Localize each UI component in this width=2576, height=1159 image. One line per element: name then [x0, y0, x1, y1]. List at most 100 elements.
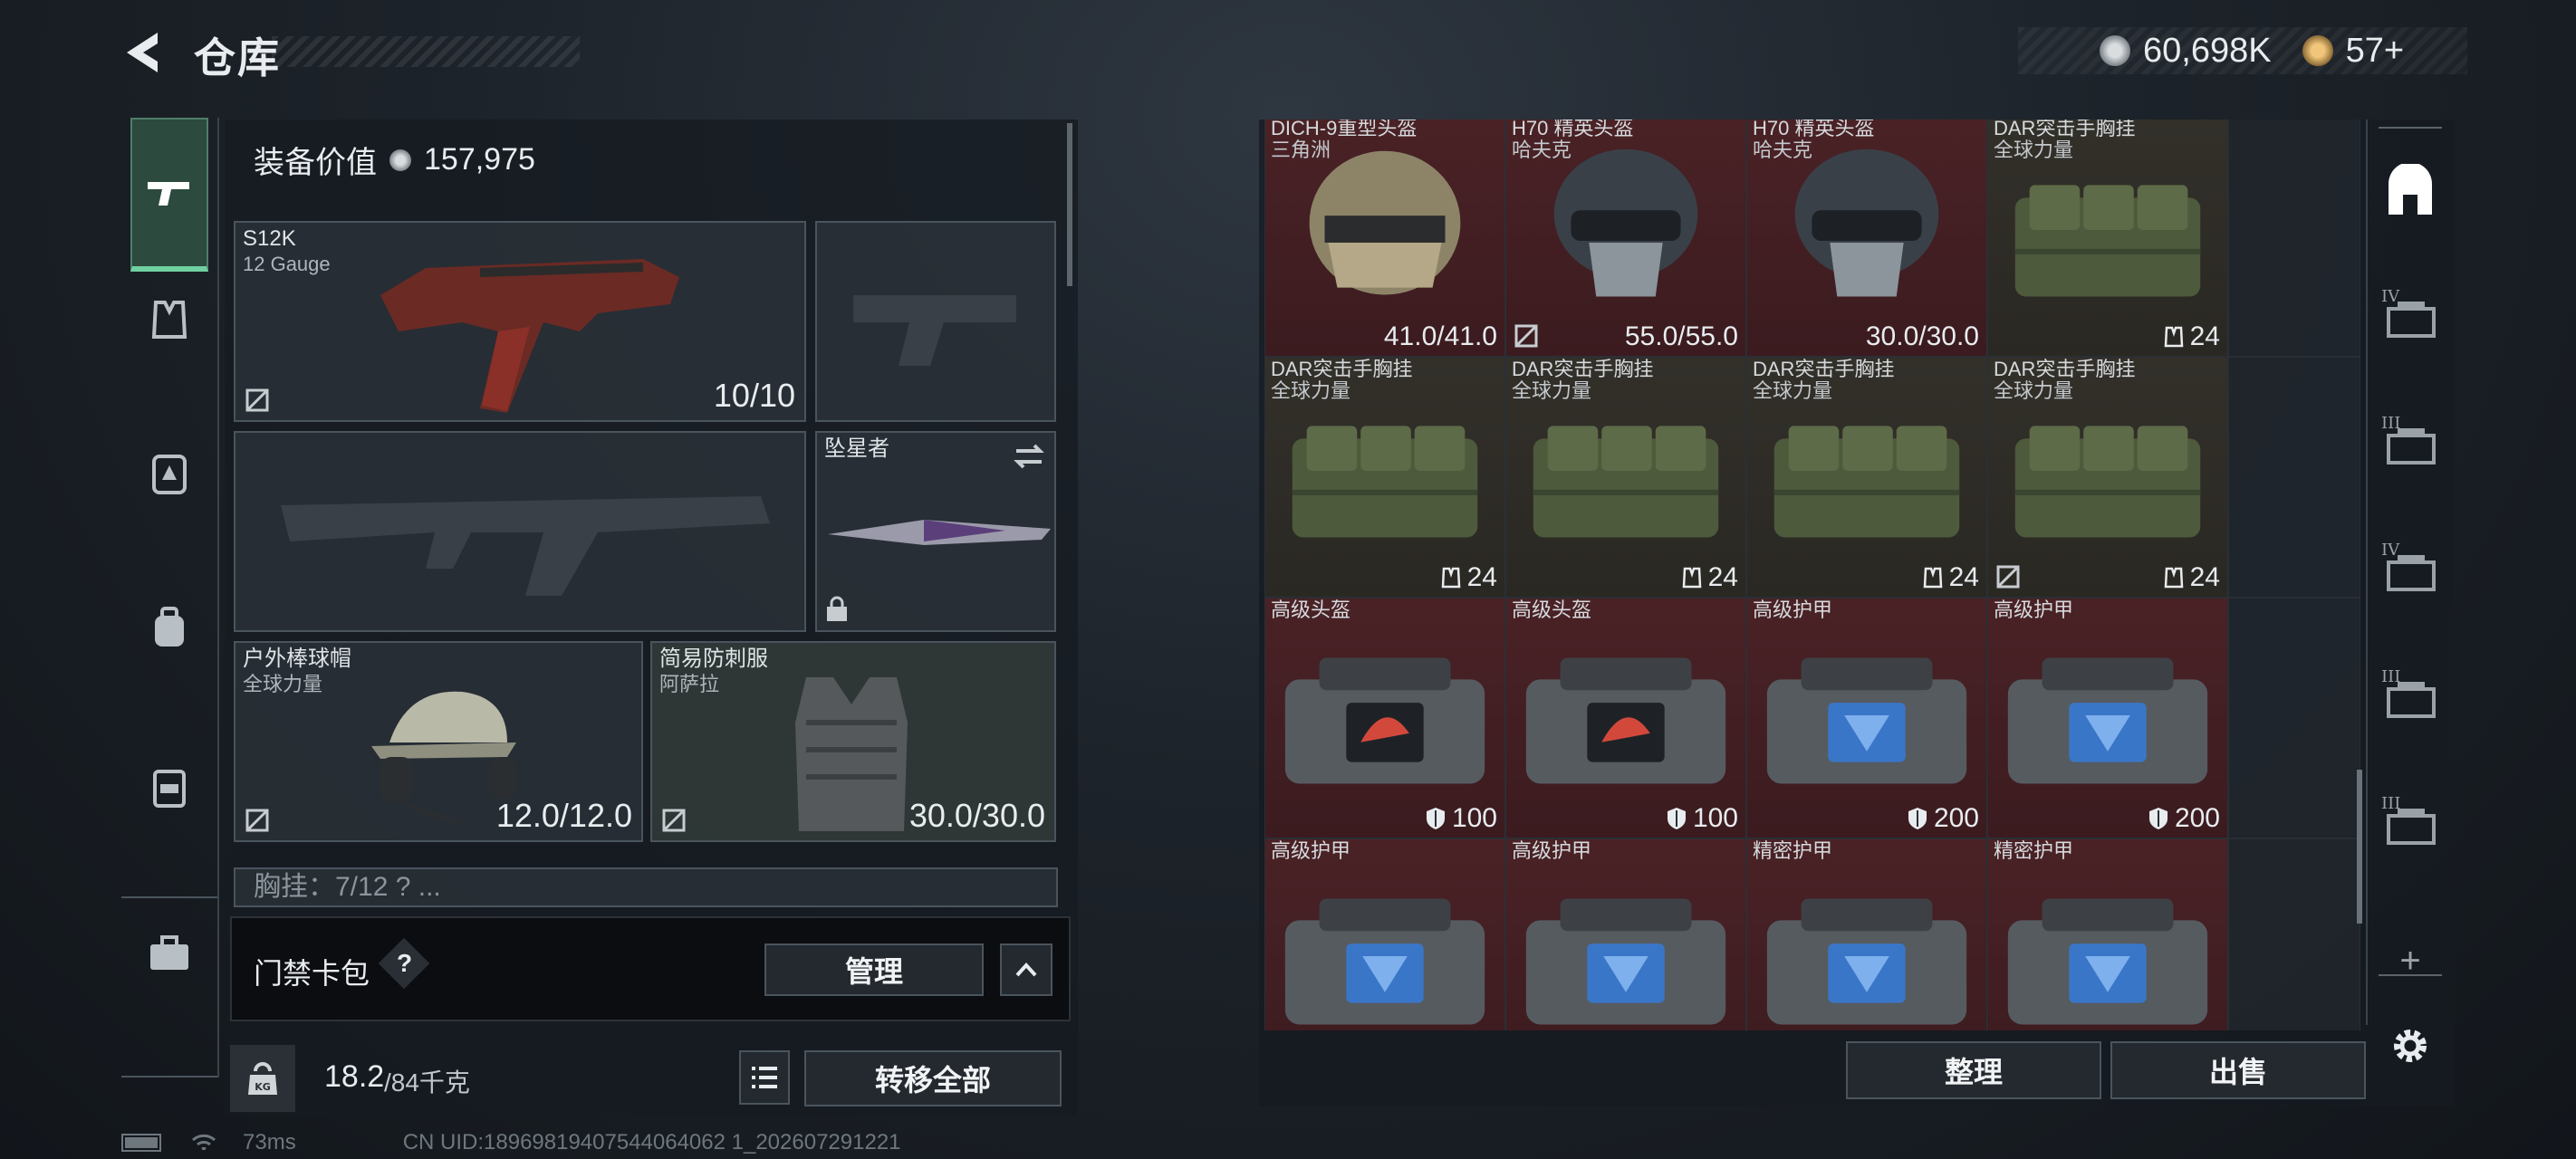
item-name: 高级头盔	[1512, 599, 1592, 621]
pistol-placeholder-icon	[853, 295, 1016, 366]
armor-slot[interactable]: 简易防刺服 阿萨拉 30.0/30.0	[650, 641, 1056, 842]
item-name: DAR突击手胸挂	[1271, 358, 1413, 380]
case-icon	[153, 770, 186, 808]
storage-item[interactable]: 高级护甲	[1264, 838, 1505, 1030]
chest-rig-header[interactable]: 胸挂：7/12 ? ...	[234, 867, 1058, 907]
back-arrow-icon[interactable]	[118, 25, 172, 80]
tab-storage-tier[interactable]: III	[2379, 663, 2442, 726]
tab-storage-tier[interactable]: IV	[2379, 536, 2442, 599]
ticket-amount[interactable]: 57+	[2346, 32, 2404, 71]
ping-text: 73ms	[243, 1130, 296, 1154]
item-stat: 55.0/55.0	[1625, 321, 1738, 352]
item-name: 高级护甲	[1271, 839, 1351, 862]
tab-weapons[interactable]	[130, 118, 208, 272]
tab-chest-rig[interactable]	[130, 281, 208, 359]
sell-button[interactable]: 出售	[2110, 1041, 2366, 1099]
item-stat: 100	[1666, 803, 1738, 834]
item-name: 高级护甲	[1512, 839, 1592, 862]
storage-item[interactable]: DAR突击手胸挂 全球力量 24	[1987, 120, 2228, 357]
empty-slot[interactable]	[2228, 120, 2360, 357]
case-blue-image	[1766, 898, 1967, 1025]
vest-icon	[151, 301, 187, 339]
grid-scrollbar[interactable]	[2357, 770, 2362, 924]
slots-icon	[1682, 567, 1701, 589]
list-view-button[interactable]	[739, 1050, 790, 1105]
storage-item[interactable]: 精密护甲	[1987, 838, 2228, 1030]
shield-icon	[2148, 808, 2167, 829]
storage-item[interactable]: DAR突击手胸挂 全球力量 24	[1505, 357, 1746, 598]
tab-case[interactable]	[130, 748, 208, 826]
storage-item[interactable]: 精密护甲	[1746, 838, 1987, 1030]
secondary-weapon-slot[interactable]	[234, 431, 806, 632]
shield-icon	[1667, 808, 1686, 829]
settings-button[interactable]	[2379, 1014, 2442, 1078]
item-name: DAR突击手胸挂	[1994, 120, 2136, 139]
sort-button[interactable]: 整理	[1846, 1041, 2101, 1099]
item-stat: 30.0/30.0	[1866, 321, 1979, 352]
storage-item[interactable]: DICH-9重型头盔 三角洲 41.0/41.0	[1264, 120, 1505, 357]
case-red-image	[1284, 657, 1485, 784]
help-icon[interactable]: ?	[397, 949, 412, 978]
value-amount: 157,975	[424, 142, 535, 177]
manage-button[interactable]: 管理	[764, 943, 984, 996]
item-stat: 41.0/41.0	[1384, 321, 1497, 352]
rail-divider	[121, 1076, 217, 1078]
weapon-caliber: 12 Gauge	[243, 253, 331, 275]
tab-storage-tier[interactable]: IV	[2379, 283, 2442, 346]
storage-item[interactable]: 高级头盔 100	[1505, 598, 1746, 838]
tab-toolbox[interactable]	[130, 915, 208, 992]
storage-item[interactable]: DAR突击手胸挂 全球力量 24	[1264, 357, 1505, 598]
transfer-all-button[interactable]: 转移全部	[804, 1050, 1062, 1106]
empty-slot[interactable]	[2228, 598, 2360, 838]
helmet-name: 户外棒球帽	[243, 647, 351, 671]
coin-icon	[2100, 35, 2130, 66]
empty-slot[interactable]	[2228, 838, 2360, 1030]
storage-item[interactable]: 高级护甲	[1505, 838, 1746, 1030]
empty-slot[interactable]	[2228, 357, 2360, 598]
melee-slot[interactable]: 坠星者	[815, 431, 1056, 632]
container-icon: IV	[2381, 541, 2439, 595]
storage-item[interactable]: 高级头盔 100	[1264, 598, 1505, 838]
chevron-up-icon	[1015, 963, 1037, 977]
tab-all-storage[interactable]	[2379, 159, 2442, 223]
storage-item[interactable]: 高级护甲 200	[1987, 598, 2228, 838]
item-name: H70 精英头盔	[1512, 120, 1634, 139]
toolbox-icon	[150, 935, 188, 970]
tab-armor[interactable]	[130, 435, 208, 512]
loadout-scrollbar[interactable]	[1067, 123, 1072, 286]
item-name: DAR突击手胸挂	[1512, 358, 1654, 380]
weight-badge: KG	[230, 1045, 295, 1112]
tab-storage-tier[interactable]: III	[2379, 790, 2442, 853]
storage-item[interactable]: DAR突击手胸挂 全球力量 24	[1987, 357, 2228, 598]
helmet-faction: 全球力量	[243, 673, 323, 695]
item-stat-value: 55.0/55.0	[1624, 321, 1738, 351]
item-stat: 24	[1440, 562, 1497, 593]
storage-item[interactable]: 高级护甲 200	[1746, 598, 1987, 838]
tier-case-icon	[2387, 809, 2436, 845]
value-label: 装备价值	[254, 146, 377, 180]
storage-item[interactable]: H70 精英头盔 哈夫克 55.0/55.0	[1505, 120, 1746, 357]
shield-icon	[1908, 808, 1927, 829]
storage-item[interactable]: DAR突击手胸挂 全球力量 24	[1746, 357, 1987, 598]
helmet-slot[interactable]: 户外棒球帽 全球力量 12.0/12.0	[234, 641, 643, 842]
primary-weapon-slot[interactable]: S12K 12 Gauge 10/10	[234, 221, 806, 422]
add-storage-button[interactable]: +	[2379, 929, 2442, 992]
container-icon: IV	[2381, 287, 2439, 341]
pistol-slot[interactable]	[815, 221, 1056, 422]
tab-storage-tier[interactable]: III	[2379, 409, 2442, 473]
no-insure-icon	[662, 809, 686, 832]
collapse-button[interactable]	[1000, 943, 1053, 996]
item-stat-value: 24	[2189, 321, 2220, 351]
rifle-placeholder-icon	[281, 496, 770, 596]
weight-row: KG 18.2 /84千克 转移全部	[230, 1041, 1071, 1114]
tab-backpack[interactable]	[130, 589, 208, 666]
item-stat-value: 100	[1451, 803, 1497, 833]
slots-icon	[1923, 567, 1942, 589]
weapon-name: S12K	[243, 226, 296, 251]
item-faction: 哈夫克	[1753, 139, 1813, 161]
knife-image	[828, 520, 1051, 545]
swap-icon[interactable]	[1011, 438, 1047, 474]
slots-icon	[2164, 326, 2183, 348]
storage-item[interactable]: H70 精英头盔 哈夫克 30.0/30.0	[1746, 120, 1987, 357]
item-stat-value: 24	[1707, 562, 1738, 592]
